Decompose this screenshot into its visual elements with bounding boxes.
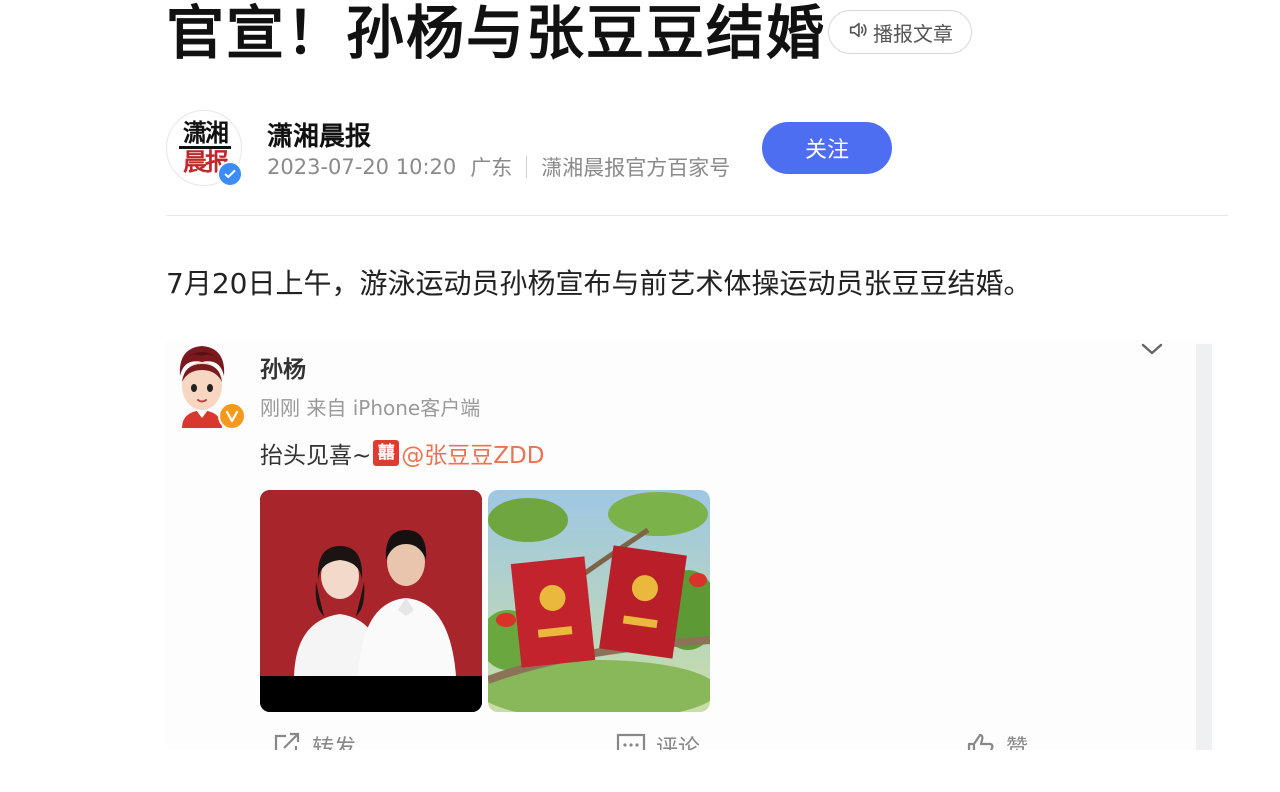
repost-icon	[274, 732, 300, 750]
listen-article-button[interactable]: 播报文章	[828, 10, 972, 54]
weibo-post-text: 抬头见喜~ 囍 @张豆豆ZDD	[260, 436, 544, 470]
publish-datetime: 2023-07-20 10:20	[267, 155, 457, 179]
meta-divider	[526, 156, 528, 178]
comment-label: 评论	[656, 736, 701, 750]
comment-button: 评论	[616, 730, 700, 750]
marriage-certificate-photo	[488, 490, 710, 712]
repost-label: 转发	[312, 736, 357, 750]
weibo-post-meta: 刚刚 来自 iPhone客户端	[260, 396, 481, 420]
weibo-mention-link: @张豆豆ZDD	[401, 443, 545, 469]
comment-icon	[616, 733, 646, 750]
article-title: 官宣！孙杨与张豆豆结婚	[166, 0, 827, 67]
follow-button[interactable]: 关注	[762, 122, 892, 174]
weibo-post-text-prefix: 抬头见喜~	[260, 443, 372, 469]
header-divider	[166, 215, 1228, 216]
scrollbar	[1196, 344, 1212, 750]
thumbs-up-icon	[967, 733, 994, 750]
publish-location: 广东	[470, 156, 513, 180]
author-account: 潇湘晨报官方百家号	[541, 156, 731, 180]
weibo-action-bar: 转发 评论 赞	[166, 730, 1196, 750]
vip-badge-icon	[218, 402, 246, 430]
weibo-user-name: 孙杨	[260, 357, 306, 383]
embedded-weibo-post: 孙杨 刚刚 来自 iPhone客户端 抬头见喜~ 囍 @张豆豆ZDD 转发 评论…	[166, 340, 1216, 750]
verified-icon	[217, 161, 243, 187]
article-lead-paragraph: 7月20日上午，游泳运动员孙杨宣布与前艺术体操运动员张豆豆结婚。	[166, 267, 1032, 300]
repost-button: 转发	[272, 730, 356, 750]
wedding-photo-couple	[260, 490, 482, 712]
author-name[interactable]: 潇湘晨报	[267, 116, 371, 153]
like-button: 赞	[966, 730, 1028, 750]
speaker-icon	[847, 19, 869, 46]
double-happiness-emoji-icon: 囍	[373, 440, 400, 466]
chevron-down-icon	[1141, 343, 1163, 355]
author-avatar[interactable]: 潇湘 晨报	[166, 110, 243, 187]
article-meta: 2023-07-20 10:20 广东 潇湘晨报官方百家号	[267, 152, 730, 182]
like-label: 赞	[1006, 736, 1029, 750]
listen-article-label: 播报文章	[873, 21, 953, 46]
